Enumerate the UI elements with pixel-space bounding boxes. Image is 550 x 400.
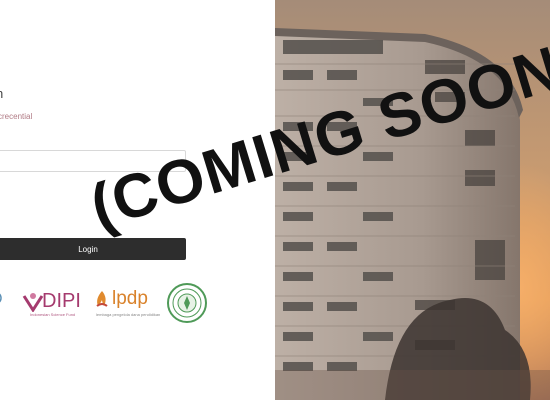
partner-logo-left [0,290,8,318]
lpdp-caption: lembaga pengelola dana pendidikan [96,312,161,317]
dipi-name: DIPI [42,290,81,312]
page: n crecential Login DIPI Indonesian Scien… [0,0,550,400]
dipi-caption: Indonesian Science Fund [30,312,76,317]
partner-emblem-icon [0,293,2,303]
dipi-mark-icon [22,293,44,312]
lpdp-flame-icon [96,291,108,307]
dipi-logo: DIPI Indonesian Science Fund [22,288,84,318]
lpdp-logo: lpdp lembaga pengelola dana pendidikan [94,288,160,318]
seal-logo [166,282,208,324]
login-subtitle: crecential [0,112,33,121]
login-title: n [0,86,3,101]
lpdp-name: lpdp [112,288,148,309]
login-button[interactable]: Login [0,238,186,260]
green-seal-icon [167,283,207,323]
